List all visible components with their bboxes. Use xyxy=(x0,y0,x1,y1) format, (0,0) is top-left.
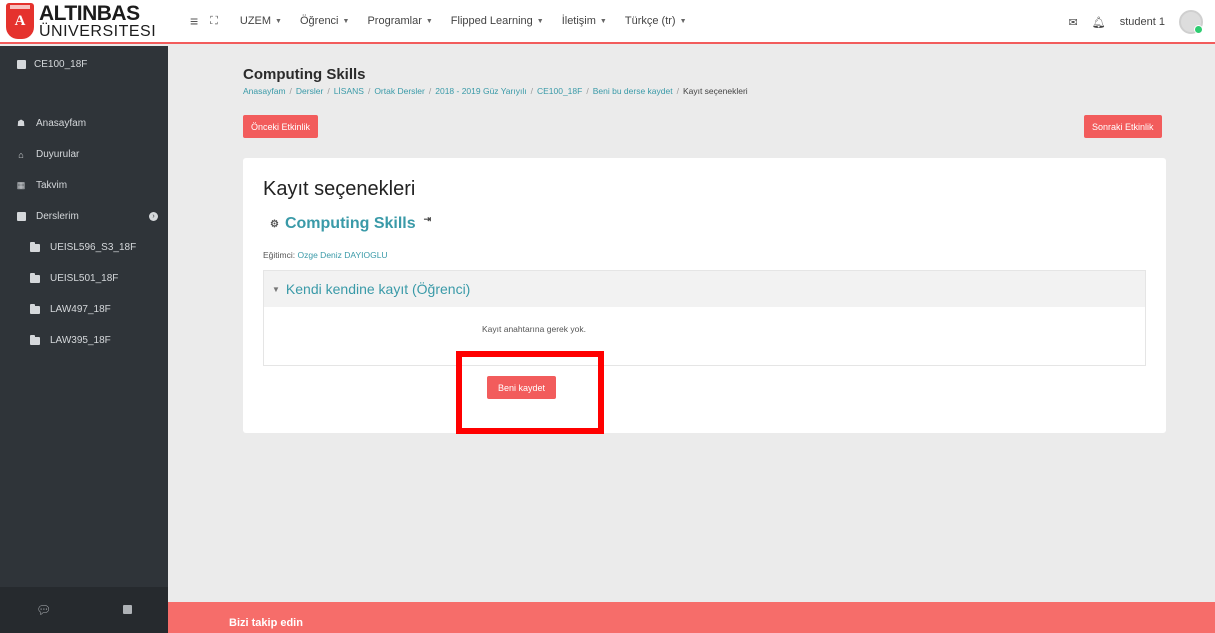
breadcrumb-separator: / xyxy=(530,86,533,96)
breadcrumb-separator: / xyxy=(586,86,589,96)
course-puzzle-icon: ⚙ xyxy=(270,218,279,230)
nav-menu-item[interactable]: Öğrenci ▼ xyxy=(300,15,349,27)
sidebar-current-course[interactable]: CE100_18F xyxy=(0,46,168,82)
dropdown-caret-icon: ▼ xyxy=(599,17,607,25)
university-logo[interactable]: A ALTINBAS ÜNIVERSITESI xyxy=(0,0,168,43)
folder-icon xyxy=(30,334,40,346)
nav-menu-item[interactable]: Flipped Learning ▼ xyxy=(451,15,544,27)
footer: Bizi takip edin xyxy=(168,602,1215,633)
calendar-icon: ▦ xyxy=(16,180,26,190)
logo-line2: ÜNIVERSITESI xyxy=(39,22,157,40)
user-avatar[interactable] xyxy=(1179,10,1203,34)
breadcrumb-separator: / xyxy=(428,86,432,96)
sidebar-course-ueisl596[interactable]: UEISL596_S3_18F xyxy=(0,232,168,263)
courses-icon xyxy=(16,212,26,222)
breadcrumb-separator: / xyxy=(289,86,292,96)
home-icon: ⌂ xyxy=(18,149,24,160)
teacher-name-link[interactable]: Ozge Deniz DAYIOGLU xyxy=(298,250,388,260)
hamburger-menu-icon[interactable]: ≡ xyxy=(190,13,198,29)
page-title: Computing Skills xyxy=(243,66,366,83)
enrolment-card: Kayıt seçenekleri ⚙ Computing Skills ⇥ E… xyxy=(243,158,1166,434)
notifications-bell-icon[interactable]: 🔔︎ xyxy=(1092,16,1106,29)
user-name[interactable]: student 1 xyxy=(1120,16,1165,28)
sidebar-item-anasayfam[interactable]: ☗ Anasayfam xyxy=(0,108,168,139)
breadcrumb-separator: / xyxy=(327,86,330,96)
sidebar-item-takvim[interactable]: ▦ Takvim xyxy=(0,170,168,201)
nav-menu-item[interactable]: Programlar ▼ xyxy=(367,15,432,27)
page-header: Computing Skills Anasayfam / Dersler / LİSAN… xyxy=(243,66,748,96)
breadcrumb-item[interactable]: CE100_18F xyxy=(537,86,582,96)
breadcrumb-item[interactable]: Beni bu derse kaydet xyxy=(593,86,673,96)
top-navbar: A ALTINBAS ÜNIVERSITESI ≡ ⛶ UZEM ▼ Öğrenci… xyxy=(0,0,1215,44)
fullscreen-icon[interactable]: ⛶ xyxy=(210,15,218,28)
breadcrumb-item[interactable]: Anasayfam xyxy=(243,86,286,96)
next-activity-button[interactable]: Sonraki Etkinlik xyxy=(1084,115,1162,138)
breadcrumb-item[interactable]: LİSANS xyxy=(334,86,364,96)
breadcrumb-item[interactable]: Ortak Dersler xyxy=(374,86,425,96)
dropdown-caret-icon: ▼ xyxy=(679,17,687,25)
breadcrumb-separator: / xyxy=(676,86,679,96)
dropdown-caret-icon: ▼ xyxy=(342,17,350,25)
logo-shield-icon: A xyxy=(6,3,34,39)
folder-icon xyxy=(30,272,40,284)
course-icon xyxy=(16,59,26,69)
enrolment-heading: Kayıt seçenekleri xyxy=(263,178,416,200)
nav-menu-item[interactable]: Türkçe (tr) ▼ xyxy=(625,15,687,27)
breadcrumb-item[interactable]: Dersler xyxy=(296,86,323,96)
enrol-me-button[interactable]: Beni kaydet xyxy=(487,376,557,399)
follow-us-text: Bizi takip edin xyxy=(229,617,303,629)
self-enrolment-header[interactable]: ▼ Kendi kendine kayıt (Öğrenci) xyxy=(264,271,1145,307)
sidebar-item-derslerim[interactable]: Derslerim › xyxy=(0,201,168,232)
expand-triangle-icon: ▼ xyxy=(272,284,280,294)
dropdown-caret-icon: ▼ xyxy=(425,17,433,25)
dropdown-caret-icon: ▼ xyxy=(536,17,544,25)
dashboard-icon: ☗ xyxy=(16,118,26,128)
teacher-info: Eğitimci: Ozge Deniz DAYIOGLU xyxy=(263,250,388,260)
chat-icon[interactable]: 💬︎ xyxy=(36,603,51,617)
course-link[interactable]: ⚙ Computing Skills ⇥ xyxy=(270,214,432,233)
sidebar-footer: 💬︎ xyxy=(0,587,168,633)
self-enrolment-section: ▼ Kendi kendine kayıt (Öğrenci) Kayıt an… xyxy=(263,270,1146,366)
logo-line1: ALTINBAS xyxy=(39,1,140,25)
breadcrumb-item[interactable]: 2018 - 2019 Güz Yarıyılı xyxy=(435,86,526,96)
breadcrumb-separator: / xyxy=(367,86,371,96)
breadcrumb-item: Kayıt seçenekleri xyxy=(682,86,748,96)
breadcrumb: Anasayfam / Dersler / LİSANS / Ortak Dersler/2… xyxy=(243,86,748,96)
sidebar-item-duyurular[interactable]: ⌂ Duyurular xyxy=(0,139,168,170)
sidebar-course-ueisl501[interactable]: UEISL501_18F xyxy=(0,263,168,294)
nav-menu-item[interactable]: UZEM ▼ xyxy=(240,15,282,27)
sidebar-course-law497[interactable]: LAW497_18F xyxy=(0,294,168,325)
collapse-chevron-icon[interactable]: › xyxy=(149,212,158,221)
sidebar-course-law395[interactable]: LAW395_18F xyxy=(0,325,168,356)
previous-activity-button[interactable]: Önceki Etkinlik xyxy=(243,115,319,138)
folder-icon xyxy=(30,303,40,315)
nav-menu-item[interactable]: İletişim ▼ xyxy=(562,15,607,27)
book-icon[interactable] xyxy=(123,603,133,617)
sidebar: CE100_18F ☗ Anasayfam ⌂ Duyurular ▦ Takv… xyxy=(0,46,168,633)
enrolment-key-note: Kayıt anahtarına gerek yok. xyxy=(482,324,586,334)
dropdown-caret-icon: ▼ xyxy=(275,17,282,25)
messages-icon[interactable]: ✉ xyxy=(1069,16,1078,29)
enter-course-icon[interactable]: ⇥ xyxy=(424,214,432,225)
folder-icon xyxy=(30,241,40,253)
